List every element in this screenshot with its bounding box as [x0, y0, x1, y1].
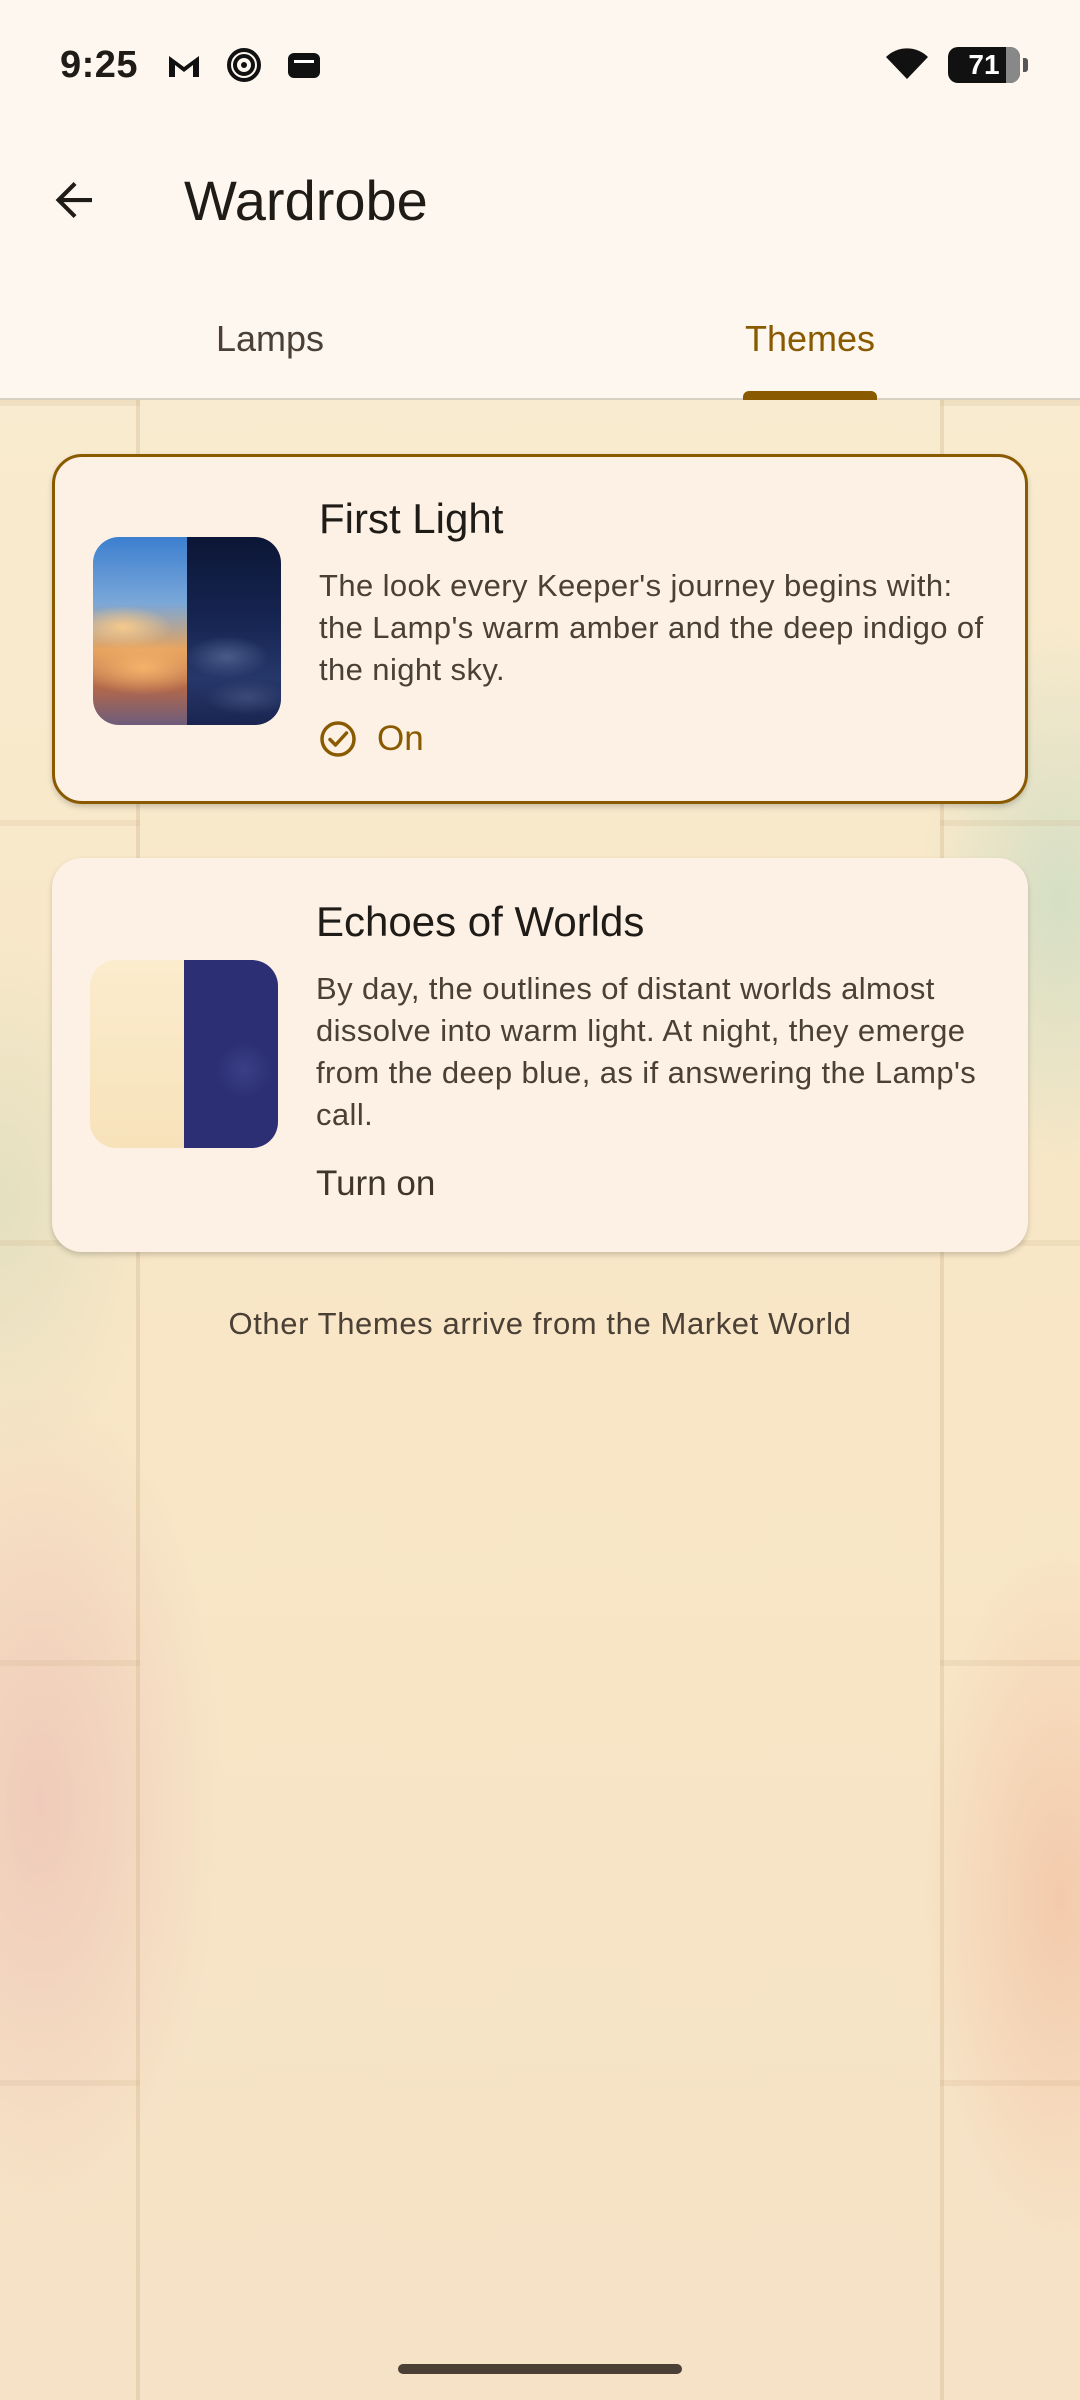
theme-status-on: On: [319, 719, 985, 759]
day-world-image: [90, 960, 184, 1148]
tab-themes-label: Themes: [744, 318, 876, 359]
status-bar: 9:25 71: [0, 0, 1080, 130]
turn-on-button[interactable]: Turn on: [316, 1164, 988, 1204]
theme-description: By day, the outlines of distant worlds a…: [316, 971, 977, 1132]
tab-lamps[interactable]: Lamps: [0, 280, 540, 398]
home-indicator[interactable]: [398, 2364, 682, 2374]
arrow-left-icon: [55, 182, 92, 218]
night-world-image: [184, 960, 278, 1148]
wifi-icon: [884, 45, 930, 86]
theme-card-body: Echoes of Worlds By day, the outlines of…: [316, 898, 988, 1204]
system-icons: 71: [884, 45, 1028, 86]
app-bar: Wardrobe: [0, 130, 1080, 270]
market-world-note: Other Themes arrive from the Market Worl…: [228, 1306, 852, 1341]
gmail-icon: [164, 45, 204, 85]
active-tab-indicator: [743, 391, 877, 400]
tab-bar: Lamps Themes: [0, 280, 1080, 400]
theme-title: Echoes of Worlds: [316, 898, 645, 945]
battery-indicator: 71: [948, 47, 1028, 83]
theme-card-echoes-of-worlds[interactable]: Echoes of Worlds By day, the outlines of…: [52, 858, 1028, 1252]
wardrobe-background: First Light The look every Keeper's jour…: [0, 400, 1080, 2400]
theme-title: First Light: [319, 495, 504, 542]
back-button[interactable]: [26, 152, 122, 248]
spiral-icon: [224, 45, 264, 85]
theme-description: The look every Keeper's journey begins w…: [319, 568, 984, 687]
status-label: On: [377, 719, 424, 758]
tab-lamps-label: Lamps: [215, 318, 325, 359]
status-time: 9:25: [60, 43, 139, 86]
theme-card-first-light[interactable]: First Light The look every Keeper's jour…: [52, 454, 1028, 804]
turn-on-label: Turn on: [316, 1164, 436, 1203]
theme-thumbnail-echoes-of-worlds: [90, 960, 278, 1148]
wallet-icon: [284, 45, 324, 85]
check-circle-icon: [320, 721, 356, 757]
notification-icons: [164, 45, 324, 85]
tab-themes[interactable]: Themes: [540, 280, 1080, 400]
day-sky-image: [93, 537, 187, 725]
page-title: Wardrobe: [184, 168, 428, 232]
night-sky-image: [187, 537, 281, 725]
battery-level: 71: [968, 49, 1000, 80]
theme-thumbnail-first-light: [93, 537, 281, 725]
battery-empty-portion: [1006, 47, 1020, 83]
theme-card-body: First Light The look every Keeper's jour…: [319, 495, 985, 759]
